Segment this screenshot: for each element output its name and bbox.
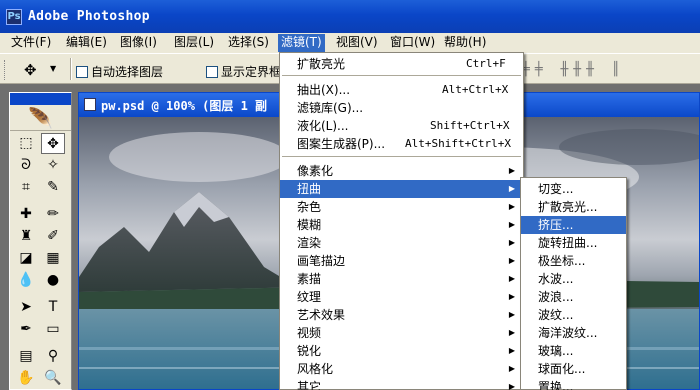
distort-submenu-item[interactable]: 波纹... (521, 306, 626, 324)
magic-wand-icon[interactable]: ✧ (41, 155, 65, 176)
filter-menu-item[interactable]: 模糊 ▶ (280, 216, 523, 234)
menu-layer[interactable]: 图层(L) (171, 34, 217, 52)
blur-tool-icon[interactable]: 💧 (14, 270, 38, 291)
submenu-arrow-icon: ▶ (508, 274, 515, 283)
distort-submenu-item[interactable]: 水波... (521, 270, 626, 288)
filter-menu-item[interactable]: 抽出(X)... Alt+Ctrl+X (280, 81, 523, 99)
submenu-arrow-icon: ▶ (508, 310, 515, 319)
filter-menu-item[interactable]: 扩散亮光 Ctrl+F (280, 55, 523, 73)
filter-menu-item[interactable]: 杂色 ▶ (280, 198, 523, 216)
title-bar: Ps Adobe Photoshop (0, 0, 700, 33)
filter-menu-item[interactable]: 其它 ▶ (280, 378, 523, 390)
checkbox-box[interactable] (206, 66, 218, 78)
show-bounding-box-checkbox[interactable]: 显示定界框 (206, 63, 281, 80)
type-tool-icon[interactable]: T (41, 297, 65, 318)
filter-menu-item[interactable]: 风格化 ▶ (280, 360, 523, 378)
submenu-arrow-icon: ▶ (508, 292, 515, 301)
submenu-arrow-icon: ▶ (508, 166, 515, 175)
dodge-tool-icon[interactable]: ● (41, 270, 65, 291)
toolbar-grip[interactable] (4, 60, 7, 80)
distort-submenu-item-pinch[interactable]: 挤压... (521, 216, 626, 234)
menu-edit[interactable]: 编辑(E) (63, 34, 110, 52)
menu-select[interactable]: 选择(S) (225, 34, 272, 52)
menu-help[interactable]: 帮助(H) (441, 34, 489, 52)
pen-tool-icon[interactable]: ✒ (14, 319, 38, 340)
distort-submenu-item[interactable]: 海洋波纹... (521, 324, 626, 342)
filter-menu-item[interactable]: 图案生成器(P)... Alt+Shift+Ctrl+X (280, 135, 523, 153)
filter-menu-item[interactable]: 画笔描边 ▶ (280, 252, 523, 270)
move-tool-icon[interactable]: ✥ (41, 133, 65, 154)
filter-menu-item[interactable]: 锐化 ▶ (280, 342, 523, 360)
filter-menu-item[interactable]: 素描 ▶ (280, 270, 523, 288)
document-icon (84, 98, 96, 111)
show-bounding-box-label: 显示定界框 (221, 65, 282, 79)
marquee-tool-icon[interactable]: ⬚ (14, 133, 38, 154)
move-tool-icon[interactable]: ✥ (24, 61, 37, 79)
brush-tool-icon[interactable]: ✏ (41, 204, 65, 225)
filter-menu-item[interactable]: 视频 ▶ (280, 324, 523, 342)
menu-bar: 文件(F) 编辑(E) 图像(I) 图层(L) 选择(S) 滤镜(T) 视图(V… (0, 33, 700, 53)
menu-view[interactable]: 视图(V) (333, 34, 381, 52)
submenu-arrow-icon: ▶ (508, 220, 515, 229)
filter-menu: 扩散亮光 Ctrl+F 抽出(X)... Alt+Ctrl+X 滤镜库(G)... … (279, 52, 524, 390)
distort-submenu-item[interactable]: 玻璃... (521, 342, 626, 360)
menu-divider (282, 156, 521, 157)
chevron-down-icon[interactable]: ▼ (50, 64, 56, 73)
shape-tool-icon[interactable]: ▭ (41, 319, 65, 340)
menu-window[interactable]: 窗口(W) (387, 34, 438, 52)
menu-filter[interactable]: 滤镜(T) (278, 34, 325, 52)
submenu-arrow-icon: ▶ (508, 328, 515, 337)
checkbox-box[interactable] (76, 66, 88, 78)
notes-tool-icon[interactable]: ▤ (14, 346, 38, 367)
submenu-arrow-icon: ▶ (508, 364, 515, 373)
eraser-tool-icon[interactable]: ◪ (14, 248, 38, 269)
submenu-arrow-icon: ▶ (508, 184, 515, 193)
document-title: pw.psd @ 100% (图层 1 副 (101, 99, 268, 113)
distort-submenu-item[interactable]: 波浪... (521, 288, 626, 306)
auto-select-layer-checkbox[interactable]: 自动选择图层 (76, 63, 163, 80)
auto-select-layer-label: 自动选择图层 (91, 65, 164, 79)
eyedropper-icon[interactable]: ⚲ (41, 346, 65, 367)
filter-menu-item[interactable]: 纹理 ▶ (280, 288, 523, 306)
divider (70, 58, 72, 80)
gradient-tool-icon[interactable]: ▦ (41, 248, 65, 269)
ps-logo-icon: Ps (6, 9, 22, 25)
zoom-tool-icon[interactable]: 🔍 (41, 368, 65, 389)
menu-file[interactable]: 文件(F) (8, 34, 54, 52)
path-select-icon[interactable]: ➤ (14, 297, 38, 318)
toolbox: 🪶 ⬚ ✥ ᘐ ✧ ⌗ ✎ ✚ ✏ ♜ ✐ ◪ ▦ 💧 ● ➤ T ✒ ▭ ▤ … (9, 92, 72, 390)
filter-menu-item[interactable]: 液化(L)... Shift+Ctrl+X (280, 117, 523, 135)
menu-image[interactable]: 图像(I) (117, 34, 160, 52)
filter-menu-item[interactable]: 像素化 ▶ (280, 162, 523, 180)
app-title: Adobe Photoshop (28, 9, 150, 24)
toolbox-header[interactable] (10, 93, 71, 105)
hand-tool-icon[interactable]: ✋ (14, 368, 38, 389)
filter-menu-item[interactable]: 滤镜库(G)... (280, 99, 523, 117)
history-brush-icon[interactable]: ✐ (41, 226, 65, 247)
distort-submenu-item[interactable]: 置换... (521, 378, 626, 390)
submenu-arrow-icon: ▶ (508, 256, 515, 265)
filter-menu-item[interactable]: 渲染 ▶ (280, 234, 523, 252)
healing-brush-icon[interactable]: ✚ (14, 204, 38, 225)
distort-submenu-item[interactable]: 切变... (521, 180, 626, 198)
slice-tool-icon[interactable]: ✎ (41, 177, 65, 198)
distort-submenu-item[interactable]: 球面化... (521, 360, 626, 378)
distort-submenu-item[interactable]: 扩散亮光... (521, 198, 626, 216)
submenu-arrow-icon: ▶ (508, 382, 515, 390)
distort-submenu-item[interactable]: 极坐标... (521, 252, 626, 270)
submenu-arrow-icon: ▶ (508, 202, 515, 211)
feather-icon[interactable]: 🪶 (10, 105, 71, 131)
menu-divider (282, 75, 521, 76)
distort-submenu: 切变... 扩散亮光... 挤压... 旋转扭曲... 极坐标... 水波...… (520, 177, 627, 390)
filter-menu-item[interactable]: 艺术效果 ▶ (280, 306, 523, 324)
align-distribute-icons[interactable]: ╪╪ ╫╫╫ ║ (522, 62, 625, 77)
submenu-arrow-icon: ▶ (508, 238, 515, 247)
submenu-arrow-icon: ▶ (508, 346, 515, 355)
lasso-tool-icon[interactable]: ᘐ (14, 155, 38, 176)
filter-menu-item-distort[interactable]: 扭曲 ▶ (280, 180, 523, 198)
crop-tool-icon[interactable]: ⌗ (14, 177, 38, 198)
distort-submenu-item[interactable]: 旋转扭曲... (521, 234, 626, 252)
clone-stamp-icon[interactable]: ♜ (14, 226, 38, 247)
